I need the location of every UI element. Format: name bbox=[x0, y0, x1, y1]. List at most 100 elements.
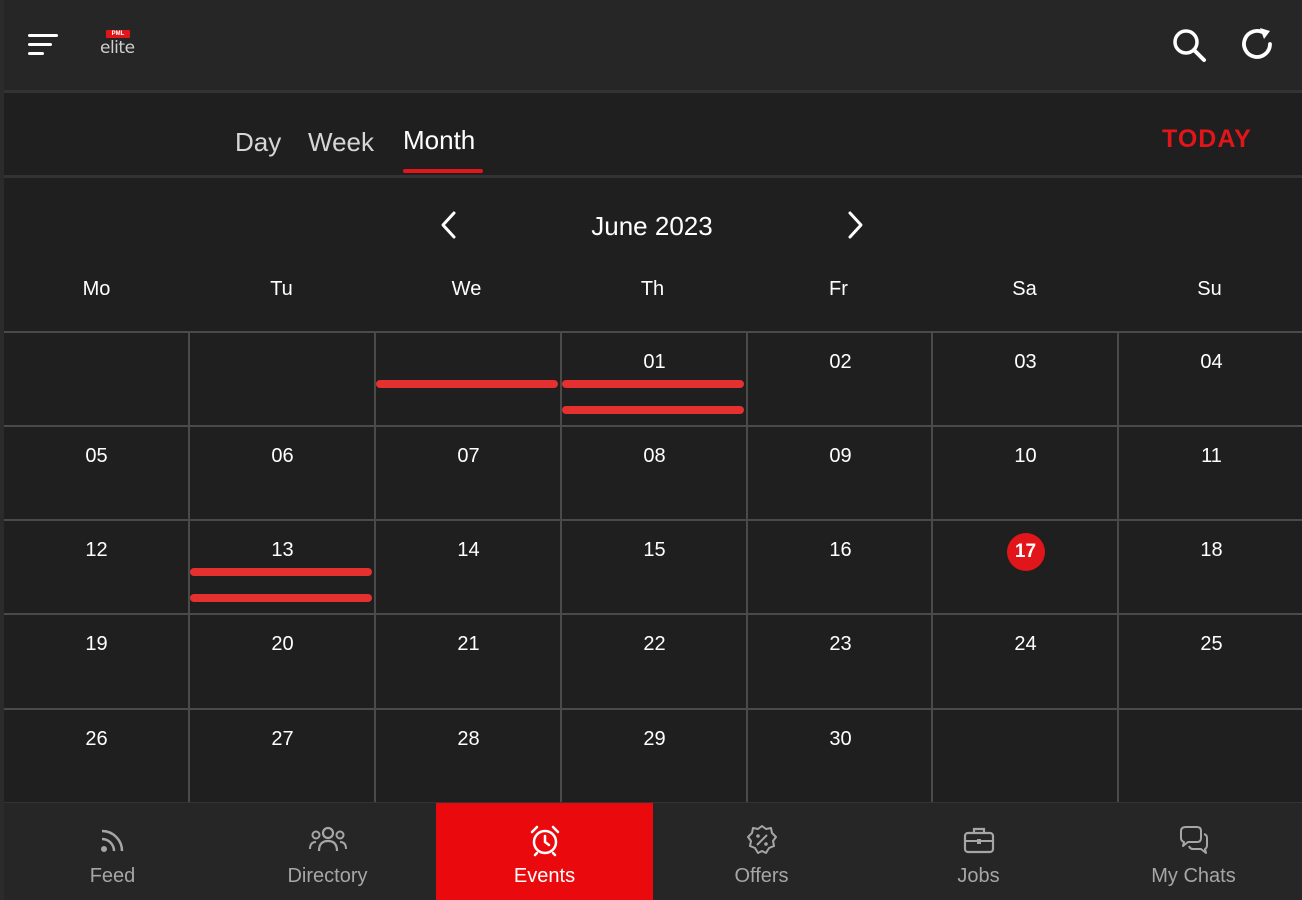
tab-day[interactable]: Day bbox=[235, 127, 281, 158]
calendar-day-25[interactable]: 25 bbox=[1119, 613, 1302, 707]
nav-jobs[interactable]: Jobs bbox=[870, 803, 1087, 900]
nav-directory[interactable]: Directory bbox=[219, 803, 436, 900]
calendar-day-17[interactable]: 17 bbox=[933, 519, 1118, 613]
day-number: 18 bbox=[1200, 539, 1223, 561]
day-number: 09 bbox=[829, 445, 852, 467]
day-number: 02 bbox=[829, 351, 852, 373]
calendar-day-empty bbox=[933, 708, 1118, 802]
rss-icon bbox=[96, 823, 130, 857]
calendar-day-09[interactable]: 09 bbox=[748, 425, 933, 519]
month-grid: 30 29 28 27 26 25 24 23 22 21 20 19 18 17 16 15 14 13 12 11… bbox=[4, 331, 1302, 802]
calendar-day-empty bbox=[190, 331, 375, 425]
calendar-day-empty bbox=[4, 331, 189, 425]
day-number: 11 bbox=[1201, 445, 1222, 467]
grid-line bbox=[4, 613, 1302, 615]
calendar-day-05[interactable]: 05 bbox=[4, 425, 189, 519]
event-bar[interactable] bbox=[190, 568, 372, 576]
today-button[interactable]: TODAY bbox=[1162, 125, 1252, 154]
event-bar[interactable] bbox=[562, 380, 744, 388]
calendar-day-08[interactable]: 08 bbox=[562, 425, 747, 519]
nav-offers[interactable]: Offers bbox=[653, 803, 870, 900]
logo-badge: PML bbox=[106, 30, 130, 38]
nav-events[interactable]: Events bbox=[436, 803, 653, 900]
calendar-day-04[interactable]: 04 bbox=[1119, 331, 1302, 425]
grid-line bbox=[560, 331, 562, 802]
viewbar-divider bbox=[4, 175, 1302, 178]
tab-month[interactable]: Month bbox=[403, 125, 475, 156]
calendar-day-15[interactable]: 15 bbox=[562, 519, 747, 613]
nav-label: Directory bbox=[287, 865, 368, 887]
calendar-day-07[interactable]: 07 bbox=[376, 425, 561, 519]
nav-feed[interactable]: Feed bbox=[4, 803, 221, 900]
active-tab-indicator bbox=[403, 169, 483, 173]
next-month-button[interactable] bbox=[840, 208, 870, 242]
grid-line bbox=[931, 331, 933, 802]
event-bar[interactable] bbox=[562, 406, 744, 414]
day-number: 16 bbox=[829, 539, 852, 561]
event-bar[interactable] bbox=[190, 594, 372, 602]
day-number: 24 bbox=[1014, 633, 1037, 655]
tab-week[interactable]: Week bbox=[308, 127, 374, 158]
calendar-day-12[interactable]: 12 bbox=[4, 519, 189, 613]
previous-month-button[interactable] bbox=[434, 208, 464, 242]
grid-line bbox=[4, 331, 1302, 333]
day-number: 21 bbox=[457, 633, 480, 655]
nav-label: My Chats bbox=[1151, 865, 1236, 887]
calendar-day-19[interactable]: 19 bbox=[4, 613, 189, 707]
day-number: 14 bbox=[457, 539, 480, 561]
day-number: 08 bbox=[643, 445, 666, 467]
calendar-day-18[interactable]: 18 bbox=[1119, 519, 1302, 613]
month-title: June 2023 bbox=[591, 211, 713, 241]
day-number: 23 bbox=[829, 633, 852, 655]
day-number: 07 bbox=[457, 445, 480, 467]
nav-my-chats[interactable]: My Chats bbox=[1085, 803, 1302, 900]
calendar-day-02[interactable]: 02 bbox=[748, 331, 933, 425]
chevron-left-icon bbox=[441, 211, 456, 239]
weekday-label: Tu bbox=[270, 278, 293, 300]
app-root: PML elite Day Week Month TODAY June 2023… bbox=[4, 0, 1302, 900]
calendar-day-26[interactable]: 26 bbox=[4, 708, 189, 802]
calendar-day-28[interactable]: 28 bbox=[376, 708, 561, 802]
calendar-day-03[interactable]: 03 bbox=[933, 331, 1118, 425]
top-header: PML elite bbox=[4, 0, 1302, 90]
calendar-day-14[interactable]: 14 bbox=[376, 519, 561, 613]
calendar-day-06[interactable]: 06 bbox=[190, 425, 375, 519]
event-bar[interactable] bbox=[376, 380, 558, 388]
day-number: 03 bbox=[1014, 351, 1037, 373]
day-number: 19 bbox=[85, 633, 108, 655]
weekday-label: Sa bbox=[1012, 278, 1037, 300]
calendar-day-16[interactable]: 16 bbox=[748, 519, 933, 613]
weekday-label: We bbox=[451, 278, 482, 300]
day-number: 05 bbox=[85, 445, 108, 467]
day-number: 26 bbox=[85, 728, 108, 750]
discount-badge-icon bbox=[745, 823, 779, 857]
logo-text: elite bbox=[100, 38, 135, 58]
day-number: 01 bbox=[643, 351, 666, 373]
day-number: 20 bbox=[271, 633, 294, 655]
day-number: 06 bbox=[271, 445, 294, 467]
calendar-day-29[interactable]: 29 bbox=[562, 708, 747, 802]
view-switcher: Day Week Month TODAY bbox=[4, 93, 1302, 175]
calendar-day-22[interactable]: 22 bbox=[562, 613, 747, 707]
calendar-day-30[interactable]: 30 bbox=[748, 708, 933, 802]
calendar-day-27[interactable]: 27 bbox=[190, 708, 375, 802]
calendar-day-empty bbox=[376, 331, 561, 425]
calendar-day-21[interactable]: 21 bbox=[376, 613, 561, 707]
menu-icon[interactable] bbox=[26, 30, 62, 60]
search-icon[interactable] bbox=[1170, 26, 1208, 64]
calendar-day-23[interactable]: 23 bbox=[748, 613, 933, 707]
weekday-header: Mo Tu We Th Fr Sa Su bbox=[4, 278, 1302, 308]
grid-line bbox=[1117, 331, 1119, 802]
refresh-icon[interactable] bbox=[1238, 24, 1278, 64]
day-number: 30 bbox=[829, 728, 852, 750]
calendar-day-24[interactable]: 24 bbox=[933, 613, 1118, 707]
grid-line bbox=[4, 425, 1302, 427]
day-number: 12 bbox=[85, 539, 108, 561]
grid-line bbox=[746, 331, 748, 802]
calendar-day-11[interactable]: 11 bbox=[1119, 425, 1302, 519]
day-number: 15 bbox=[643, 539, 666, 561]
grid-line bbox=[188, 331, 190, 802]
calendar-day-10[interactable]: 10 bbox=[933, 425, 1118, 519]
calendar-day-20[interactable]: 20 bbox=[190, 613, 375, 707]
nav-label: Offers bbox=[734, 865, 789, 887]
